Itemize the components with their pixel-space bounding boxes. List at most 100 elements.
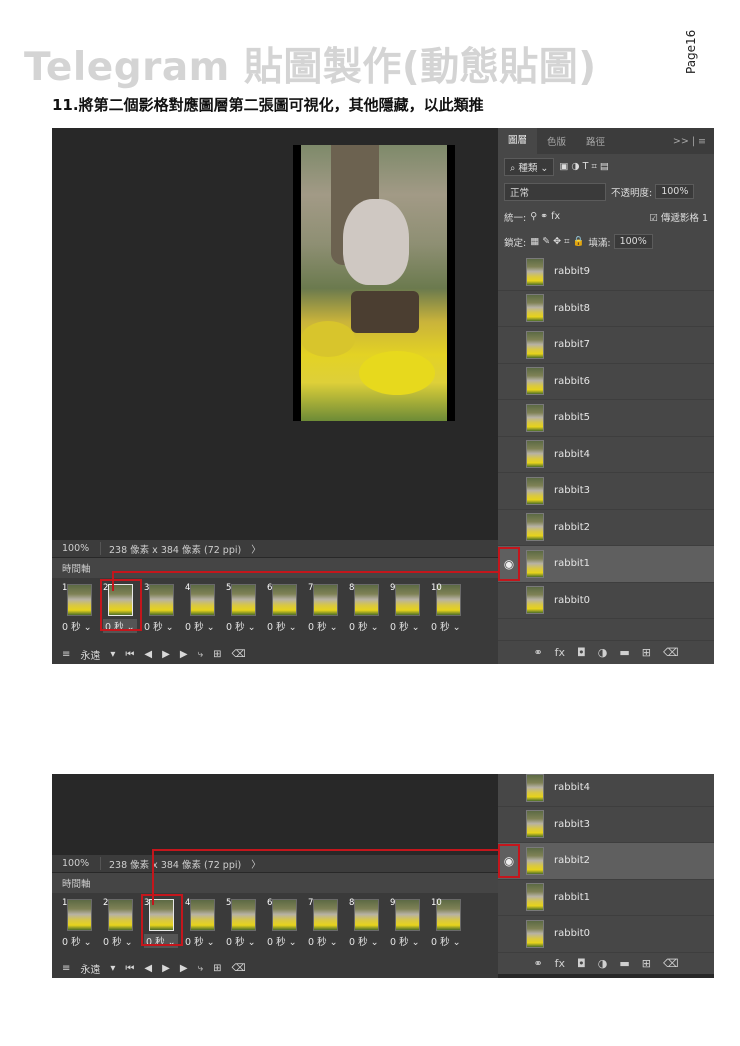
tab-paths[interactable]: 路徑 bbox=[576, 134, 615, 148]
visibility-toggle[interactable] bbox=[498, 510, 520, 544]
layer-row-rabbit6[interactable]: rabbit6 bbox=[498, 364, 714, 400]
mask-icon[interactable]: ◘ bbox=[577, 957, 586, 970]
animation-frame[interactable]: 2 0 秒 ⌄ bbox=[103, 898, 139, 948]
animation-frame[interactable]: 10 0 秒 ⌄ bbox=[431, 583, 467, 633]
animation-frame[interactable]: 9 0 秒 ⌄ bbox=[390, 583, 426, 633]
next-frame-icon[interactable]: ▶ bbox=[180, 963, 188, 974]
animation-frame[interactable]: 8 0 秒 ⌄ bbox=[349, 583, 385, 633]
new-layer-icon[interactable]: ⊞ bbox=[642, 957, 651, 970]
frame-delay[interactable]: 0 秒 ⌄ bbox=[267, 619, 297, 633]
tween-icon[interactable]: ⤷ bbox=[198, 649, 204, 660]
link-icon[interactable]: ⚭ bbox=[533, 957, 542, 970]
visibility-toggle[interactable] bbox=[498, 255, 520, 289]
frame-thumbnail[interactable] bbox=[190, 584, 215, 616]
frame-thumbnail[interactable] bbox=[272, 584, 297, 616]
zoom-level[interactable]: 100% bbox=[52, 858, 100, 869]
animation-frame[interactable]: 3 0 秒 ⌄ bbox=[144, 583, 180, 633]
animation-frame[interactable]: 7 0 秒 ⌄ bbox=[308, 898, 344, 948]
frame-delay[interactable]: 0 秒 ⌄ bbox=[431, 934, 461, 948]
duplicate-frame-icon[interactable]: ⊞ bbox=[213, 963, 221, 974]
visibility-toggle[interactable] bbox=[498, 401, 520, 435]
fill-input[interactable]: 100% bbox=[613, 234, 653, 249]
next-frame-icon[interactable]: ▶ bbox=[180, 649, 188, 660]
unify-icons[interactable]: ⚲ ⚭ fx bbox=[530, 211, 560, 222]
frame-thumbnail[interactable] bbox=[149, 584, 174, 616]
tab-layers[interactable]: 圖層 bbox=[498, 128, 538, 154]
frame-delay[interactable]: 0 秒 ⌄ bbox=[349, 619, 379, 633]
eye-icon[interactable]: ◉ bbox=[498, 546, 520, 581]
filter-icons[interactable]: ▣ ◑ T ⌗ ▤ bbox=[559, 161, 608, 172]
frame-thumbnail[interactable] bbox=[395, 584, 420, 616]
frame-delay[interactable]: 0 秒 ⌄ bbox=[103, 934, 133, 948]
animation-frame[interactable]: 4 0 秒 ⌄ bbox=[185, 898, 221, 948]
animation-frame[interactable]: 1 0 秒 ⌄ bbox=[62, 898, 98, 948]
layer-row-rabbit1[interactable]: ◉ rabbit1 bbox=[498, 546, 714, 583]
adjustment-icon[interactable]: ◑ bbox=[598, 957, 608, 970]
layer-row-rabbit4[interactable]: rabbit4 bbox=[498, 774, 714, 807]
frame-thumbnail[interactable] bbox=[108, 899, 133, 931]
panel-menu-icon[interactable]: >> | ≡ bbox=[673, 136, 706, 147]
layer-row-rabbit9[interactable]: rabbit9 bbox=[498, 254, 714, 291]
animation-frame[interactable]: 4 0 秒 ⌄ bbox=[185, 583, 221, 633]
frame-thumbnail[interactable] bbox=[231, 899, 256, 931]
frame-thumbnail[interactable] bbox=[231, 584, 256, 616]
layer-row-rabbit8[interactable]: rabbit8 bbox=[498, 291, 714, 327]
prev-frame-icon[interactable]: ◀ bbox=[144, 963, 152, 974]
status-arrow-icon[interactable]: 〉 bbox=[251, 857, 261, 871]
fx-icon[interactable]: fx bbox=[555, 646, 565, 659]
frame-delay[interactable]: 0 秒 ⌄ bbox=[226, 619, 256, 633]
frame-thumbnail[interactable] bbox=[354, 584, 379, 616]
frame-thumbnail[interactable] bbox=[313, 899, 338, 931]
frame-delay[interactable]: 0 秒 ⌄ bbox=[185, 619, 215, 633]
delete-layer-icon[interactable]: ⌫ bbox=[663, 646, 679, 659]
tab-channels[interactable]: 色版 bbox=[537, 134, 576, 148]
visibility-toggle[interactable] bbox=[498, 437, 520, 471]
frame-thumbnail[interactable] bbox=[395, 899, 420, 931]
frame-thumbnail[interactable] bbox=[354, 899, 379, 931]
layer-row-rabbit5[interactable]: rabbit5 bbox=[498, 400, 714, 437]
layer-row-rabbit0[interactable]: rabbit0 bbox=[498, 583, 714, 619]
visibility-toggle[interactable] bbox=[498, 880, 520, 914]
first-frame-icon[interactable]: ⏮ bbox=[125, 649, 134, 660]
frame-delay[interactable]: 0 秒 ⌄ bbox=[308, 934, 338, 948]
frame-delay[interactable]: 0 秒 ⌄ bbox=[62, 934, 92, 948]
timeline-menu-icon[interactable]: ≡ bbox=[62, 649, 70, 660]
layer-row-rabbit3[interactable]: rabbit3 bbox=[498, 473, 714, 510]
animation-frame[interactable]: 7 0 秒 ⌄ bbox=[308, 583, 344, 633]
new-layer-icon[interactable]: ⊞ bbox=[642, 646, 651, 659]
play-icon[interactable]: ▶ bbox=[162, 649, 170, 660]
loop-select[interactable]: 永遠 bbox=[80, 647, 100, 662]
visibility-toggle[interactable] bbox=[498, 917, 520, 951]
trash-icon[interactable]: ⌫ bbox=[232, 649, 246, 660]
visibility-toggle[interactable] bbox=[498, 774, 520, 805]
document-canvas[interactable] bbox=[52, 774, 498, 855]
opacity-input[interactable]: 100% bbox=[655, 184, 695, 199]
animation-frame[interactable]: 9 0 秒 ⌄ bbox=[390, 898, 426, 948]
loop-dropdown-icon[interactable]: ▾ bbox=[110, 649, 115, 660]
layer-row-rabbit1[interactable]: rabbit1 bbox=[498, 880, 714, 916]
frame-thumbnail[interactable] bbox=[67, 584, 92, 616]
frame-delay[interactable]: 0 秒 ⌄ bbox=[431, 619, 461, 633]
folder-icon[interactable]: ▬ bbox=[619, 957, 629, 970]
zoom-level[interactable]: 100% bbox=[52, 543, 100, 554]
animation-frame[interactable]: 8 0 秒 ⌄ bbox=[349, 898, 385, 948]
layer-row-rabbit2[interactable]: ◉ rabbit2 bbox=[498, 843, 714, 880]
frame-delay[interactable]: 0 秒 ⌄ bbox=[390, 934, 420, 948]
layer-row-rabbit4[interactable]: rabbit4 bbox=[498, 437, 714, 473]
layer-row-rabbit2[interactable]: rabbit2 bbox=[498, 510, 714, 546]
trash-icon[interactable]: ⌫ bbox=[232, 963, 246, 974]
adjustment-icon[interactable]: ◑ bbox=[598, 646, 608, 659]
frame-delay[interactable]: 0 秒 ⌄ bbox=[308, 619, 338, 633]
frame-thumbnail[interactable] bbox=[272, 899, 297, 931]
visibility-toggle[interactable] bbox=[498, 583, 520, 617]
mask-icon[interactable]: ◘ bbox=[577, 646, 586, 659]
layer-filter-select[interactable]: ⌕ 種類 ⌄ bbox=[504, 157, 555, 176]
timeline-menu-icon[interactable]: ≡ bbox=[62, 963, 70, 974]
visibility-toggle[interactable] bbox=[498, 474, 520, 508]
animation-frame[interactable]: 6 0 秒 ⌄ bbox=[267, 583, 303, 633]
frame-delay[interactable]: 0 秒 ⌄ bbox=[62, 619, 92, 633]
animation-frame[interactable]: 5 0 秒 ⌄ bbox=[226, 583, 262, 633]
propagate-frame-checkbox[interactable]: ☑ 傳遞影格 1 bbox=[649, 210, 708, 224]
frame-thumbnail[interactable] bbox=[190, 899, 215, 931]
first-frame-icon[interactable]: ⏮ bbox=[125, 963, 134, 974]
